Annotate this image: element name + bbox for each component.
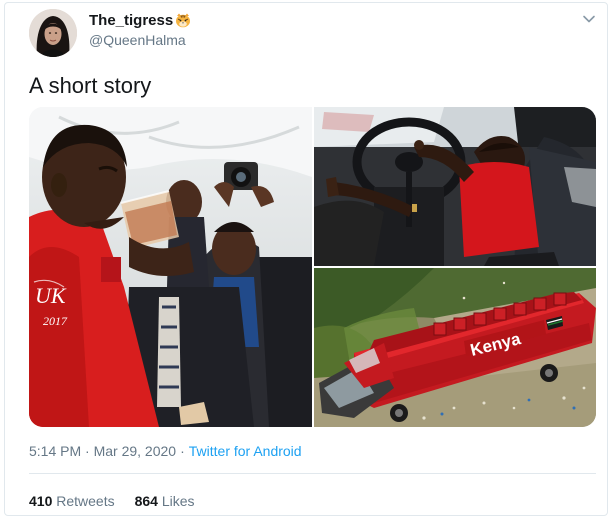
media-grid: UK 2017 Kenya xyxy=(29,107,596,427)
engagement-stats: 410 Retweets 864 Likes xyxy=(29,493,195,509)
avatar[interactable] xyxy=(29,9,77,57)
tweet-card: The_tigress @QueenHalma A short story UK… xyxy=(4,2,608,516)
chevron-down-icon[interactable] xyxy=(582,11,596,23)
like-count: 864 xyxy=(134,493,158,509)
timestamp[interactable]: 5:14 PM · Mar 29, 2020 xyxy=(29,443,176,459)
photo-drinking-toast[interactable]: UK 2017 xyxy=(29,107,312,427)
likes-stat[interactable]: 864 Likes xyxy=(135,493,195,509)
like-label: Likes xyxy=(161,493,195,509)
source-link[interactable]: Twitter for Android xyxy=(189,443,302,459)
tweet-meta: 5:14 PM · Mar 29, 2020 · Twitter for And… xyxy=(29,443,302,459)
retweets-stat[interactable]: 410 Retweets xyxy=(29,493,115,509)
shirt-year: 2017 xyxy=(43,314,68,328)
retweet-label: Retweets xyxy=(56,493,115,509)
author-display-name[interactable]: The_tigress xyxy=(89,12,191,29)
meta-separator: · xyxy=(180,443,185,459)
tiger-face-emoji-icon xyxy=(175,13,191,28)
tweet-text: A short story xyxy=(29,73,152,98)
divider xyxy=(29,473,596,474)
shirt-letters: UK xyxy=(35,283,67,308)
retweet-count: 410 xyxy=(29,493,53,509)
photo-driving-bus[interactable] xyxy=(314,107,596,266)
photo-crashed-bus[interactable]: Kenya xyxy=(314,268,596,427)
author-handle[interactable]: @QueenHalma xyxy=(89,32,186,48)
author-name-text: The_tigress xyxy=(89,12,174,29)
